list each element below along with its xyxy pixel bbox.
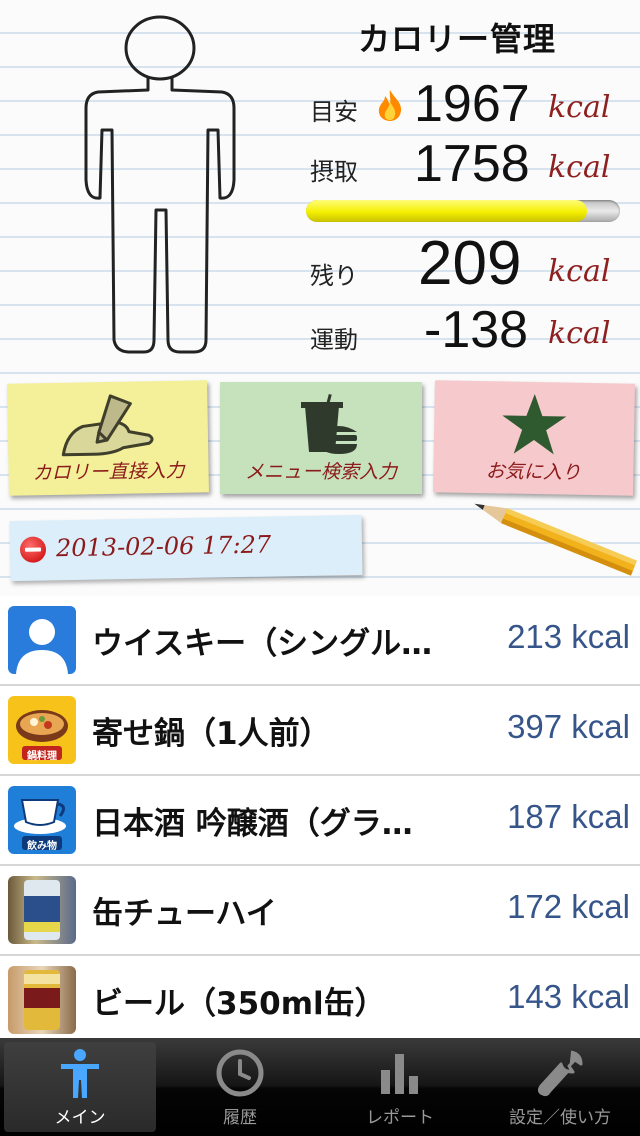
exercise-unit: kcal (548, 316, 611, 351)
favorites-button[interactable]: お気に入り (433, 380, 635, 496)
menu-search-label: メニュー検索入力 (244, 461, 397, 483)
summary-panel: カロリー管理 目安 1967 kcal 摂取 1758 kcal 残り 209 … (0, 0, 640, 380)
tab-main[interactable]: メイン (4, 1042, 156, 1132)
list-item[interactable]: 缶チューハイ 172 kcal (0, 866, 640, 956)
item-name: ビール（350ml缶） (92, 986, 386, 1022)
page-title: カロリー管理 (358, 20, 557, 58)
list-item[interactable]: 鍋料理 寄せ鍋（1人前） 397 kcal (0, 686, 640, 776)
list-item[interactable]: 飲み物 日本酒 吟醸酒（グラ… 187 kcal (0, 776, 640, 866)
intake-progress-fill (306, 200, 587, 222)
item-kcal: 143 kcal (507, 978, 630, 1015)
tab-label: 履歴 (223, 1108, 257, 1128)
beer-can-photo (8, 966, 76, 1034)
item-name: 寄せ鍋（1人前） (92, 716, 331, 752)
flame-icon (378, 90, 402, 121)
remaining-unit: kcal (548, 254, 611, 289)
pencil-icon (474, 503, 637, 576)
date-label: 2013-02-06 17:27 (55, 530, 272, 563)
intake-value: 1758 (414, 135, 530, 193)
fast-food-icon (301, 393, 357, 454)
tab-bar: メイン 履歴 レポート 設定／使い方 (0, 1038, 640, 1136)
tab-report[interactable]: レポート (324, 1042, 476, 1132)
person-icon (61, 1049, 99, 1098)
item-name: 日本酒 吟醸酒（グラ… (92, 806, 413, 842)
hand-writing-icon (61, 394, 154, 457)
direct-input-button[interactable]: カロリー直接入力 (7, 380, 209, 496)
drink-cup-icon: 飲み物 (8, 786, 76, 854)
clock-icon (216, 1049, 264, 1097)
intake-progress-bar (306, 200, 620, 222)
item-kcal: 187 kcal (507, 798, 630, 835)
delete-icon[interactable] (19, 536, 47, 563)
tab-history[interactable]: 履歴 (164, 1042, 316, 1132)
target-label: 目安 (310, 98, 358, 126)
wrench-icon (537, 1050, 583, 1097)
exercise-value: -138 (424, 301, 529, 359)
thumb-text: 飲み物 (27, 841, 57, 852)
chuhai-can-photo (8, 876, 76, 944)
intake-unit: kcal (548, 150, 611, 185)
remaining-label: 残り (310, 262, 358, 290)
remaining-value: 209 (418, 229, 522, 298)
item-name: ウイスキー（シングル… (92, 626, 433, 662)
target-value: 1967 (414, 75, 530, 133)
input-buttons: カロリー直接入力 メニュー検索入力 お気に入り (0, 380, 640, 500)
date-selector[interactable]: 2013-02-06 17:27 (9, 514, 363, 582)
bar-chart-icon (381, 1054, 418, 1094)
tab-label: レポート (366, 1108, 434, 1128)
favorites-label: お気に入り (485, 460, 582, 484)
hot-pot-icon: 鍋料理 (8, 696, 76, 764)
meal-list: ウイスキー（シングル… 213 kcal 鍋料理 寄せ鍋（1人前） 397 kc… (0, 596, 640, 1046)
body-figure-icon (84, 15, 236, 354)
item-kcal: 213 kcal (507, 618, 630, 655)
tab-label: メイン (54, 1108, 106, 1128)
menu-search-button[interactable]: メニュー検索入力 (220, 382, 422, 494)
list-item[interactable]: ビール（350ml缶） 143 kcal (0, 956, 640, 1046)
list-item[interactable]: ウイスキー（シングル… 213 kcal (0, 596, 640, 686)
star-icon (502, 394, 567, 455)
intake-label: 摂取 (310, 158, 358, 186)
tab-settings[interactable]: 設定／使い方 (484, 1042, 636, 1132)
item-kcal: 172 kcal (507, 888, 630, 925)
item-name: 缶チューハイ (92, 896, 277, 932)
person-placeholder-icon (8, 606, 76, 674)
item-kcal: 397 kcal (507, 708, 630, 745)
thumb-text: 鍋料理 (27, 751, 57, 762)
direct-input-label: カロリー直接入力 (32, 459, 185, 485)
exercise-label: 運動 (310, 326, 358, 354)
target-unit: kcal (548, 90, 611, 125)
tab-label: 設定／使い方 (509, 1108, 611, 1128)
